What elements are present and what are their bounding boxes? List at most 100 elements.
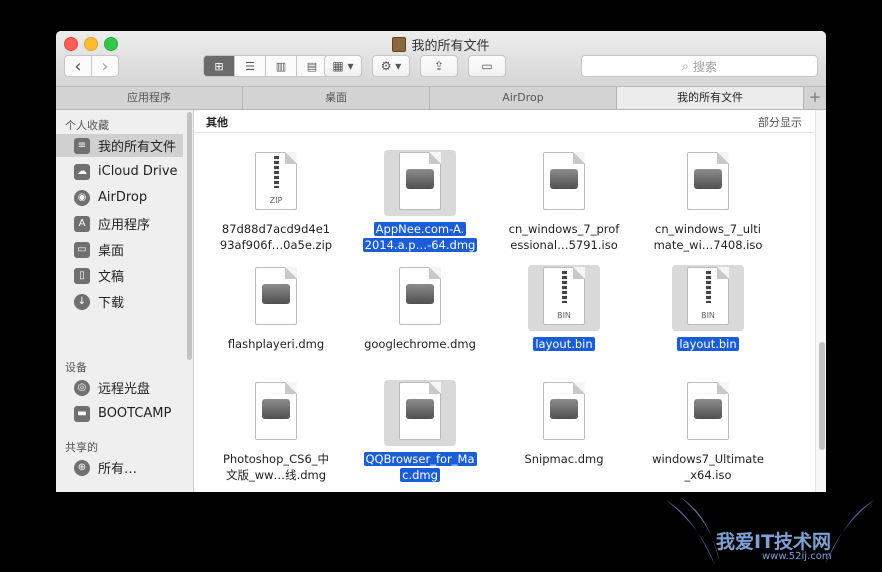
sidebar-item-downloads[interactable]: ↓ 下载 — [56, 290, 183, 313]
scroll-thumb[interactable] — [819, 342, 825, 450]
file-name: windows7_Ultimate _x64.iso — [638, 451, 778, 483]
file-item[interactable]: cn_windows_7_prof essional…5791.iso — [494, 150, 634, 253]
view-mode-control: ⊞ ☰ ▥ ▤ — [203, 55, 328, 77]
arrange-button[interactable]: ▦ ▾ — [324, 55, 362, 77]
file-name-line: layout.bin — [677, 337, 739, 351]
share-button[interactable]: ⇪ — [420, 55, 458, 77]
nav-buttons: ‹ › — [64, 55, 119, 77]
sidebar-item-documents[interactable]: ▯ 文稿 — [56, 264, 183, 287]
disk-image-icon — [240, 380, 312, 446]
file-name-line: 93af906f…0a5e.zip — [219, 238, 333, 252]
file-item[interactable]: BIN layout.bin — [494, 265, 634, 352]
sidebar-item-label: 远程光盘 — [98, 382, 151, 397]
file-name-line: essional…5791.iso — [510, 238, 618, 252]
vertical-scrollbar[interactable] — [815, 110, 826, 492]
file-name: cn_windows_7_prof essional…5791.iso — [494, 221, 634, 253]
icon-view-button[interactable]: ⊞ — [204, 56, 235, 76]
airdrop-icon: ◉ — [74, 189, 90, 206]
sidebar-item-all-shared[interactable]: ⊕ 所有… — [56, 456, 183, 479]
file-item[interactable]: Photoshop_CS6_中 文版_ww…线.dmg — [206, 380, 346, 483]
file-name-line: Photoshop_CS6_中 — [222, 452, 330, 466]
finder-window: 我的所有文件 ‹ › ⊞ ☰ ▥ ▤ ▦ ▾ ⚙ ▾ ⇪ ▭ ⌕ 搜索 应用程序… — [56, 31, 826, 492]
search-input[interactable]: ⌕ 搜索 — [581, 55, 818, 77]
file-name: Snipmac.dmg — [494, 451, 634, 467]
file-extension-label: BIN — [701, 311, 715, 320]
file-item[interactable]: Snipmac.dmg — [494, 380, 634, 467]
documents-icon: ▯ — [74, 267, 90, 284]
sidebar-scrollbar[interactable] — [187, 112, 192, 360]
sidebar-item-bootcamp[interactable]: ▬ BOOTCAMP — [56, 402, 183, 425]
group-title: 其他 — [206, 116, 228, 129]
file-item[interactable]: ZIP 87d88d7acd9d4e1 93af906f…0a5e.zip — [206, 150, 346, 253]
file-name: Photoshop_CS6_中 文版_ww…线.dmg — [206, 451, 346, 483]
new-tab-button[interactable]: + — [804, 87, 826, 109]
file-name: QQBrowser_for_Ma c.dmg — [350, 451, 490, 483]
file-name-line: layout.bin — [533, 337, 595, 351]
file-item[interactable]: cn_windows_7_ulti mate_wi…7408.iso — [638, 150, 778, 253]
sidebar-item-label: 我的所有文件 — [98, 140, 177, 155]
watermark-subtext: www.52ij.com — [762, 551, 832, 562]
sidebar-item-label: 所有… — [98, 462, 138, 477]
file-name-line: QQBrowser_for_Ma — [363, 452, 477, 466]
file-name-line: googlechrome.dmg — [364, 337, 476, 351]
file-extension-label: ZIP — [269, 196, 283, 205]
file-name-line: Snipmac.dmg — [524, 452, 604, 466]
sidebar-item-desktop[interactable]: ▭ 桌面 — [56, 238, 183, 261]
back-button[interactable]: ‹ — [65, 56, 92, 76]
forward-button[interactable]: › — [92, 56, 118, 76]
file-item[interactable]: googlechrome.dmg — [350, 265, 490, 352]
sidebar-header-favorites: 个人收藏 — [65, 119, 109, 132]
file-name-line: mate_wi…7408.iso — [653, 238, 763, 252]
desktop-icon: ▭ — [74, 241, 90, 258]
sidebar-item-label: 桌面 — [98, 244, 125, 259]
file-name-line: 文版_ww…线.dmg — [225, 468, 327, 482]
network-icon: ⊕ — [74, 459, 90, 476]
file-browser: 其他 部分显示 ZIP 87d88d7acd9d4e1 93af906f…0a5e.… — [194, 110, 826, 492]
sidebar-item-label: 文稿 — [98, 270, 125, 285]
sidebar-item-airdrop[interactable]: ◉ AirDrop — [56, 186, 183, 209]
cloud-icon: ☁ — [74, 163, 90, 180]
disk-image-icon — [672, 380, 744, 446]
watermark-text: 我爱IT技术网 — [716, 531, 832, 553]
disc-icon: ◎ — [74, 379, 90, 396]
file-name: layout.bin — [638, 336, 778, 352]
coverflow-view-button[interactable]: ▤ — [297, 56, 327, 76]
tab-all-my-files[interactable]: 我的所有文件 — [617, 87, 804, 109]
archive-file-icon: BIN — [672, 265, 744, 331]
file-name-line: 87d88d7acd9d4e1 — [221, 222, 331, 236]
show-less-link[interactable]: 部分显示 — [758, 114, 802, 130]
sidebar-item-label: 下载 — [98, 296, 125, 311]
action-button[interactable]: ⚙ ▾ — [372, 55, 410, 77]
disk-image-icon — [528, 150, 600, 216]
tag-button[interactable]: ▭ — [468, 55, 506, 77]
disk-image-icon — [384, 265, 456, 331]
tab-applications[interactable]: 应用程序 — [56, 87, 243, 109]
window-title-text: 我的所有文件 — [411, 39, 490, 54]
sidebar-header-shared: 共享的 — [65, 441, 98, 454]
file-item[interactable]: BIN layout.bin — [638, 265, 778, 352]
sidebar-item-applications[interactable]: A 应用程序 — [56, 212, 183, 235]
disk-image-icon — [672, 150, 744, 216]
file-name-line: cn_windows_7_ulti — [655, 222, 761, 236]
file-item[interactable]: flashplayeri.dmg — [206, 265, 346, 352]
folder-icon — [392, 37, 407, 52]
file-name-line: windows7_Ultimate — [652, 452, 764, 466]
window-title: 我的所有文件 — [56, 35, 826, 54]
file-item[interactable]: QQBrowser_for_Ma c.dmg — [350, 380, 490, 483]
sidebar-item-label: 应用程序 — [98, 218, 151, 233]
file-item[interactable]: AppNee.com-A. 2014.a.p…-64.dmg — [350, 150, 490, 253]
tab-bar: 应用程序 桌面 AirDrop 我的所有文件 + — [56, 87, 826, 110]
file-item[interactable]: windows7_Ultimate _x64.iso — [638, 380, 778, 483]
list-view-button[interactable]: ☰ — [235, 56, 266, 76]
file-extension-label: BIN — [557, 311, 571, 320]
tab-airdrop[interactable]: AirDrop — [430, 87, 617, 109]
tab-desktop[interactable]: 桌面 — [243, 87, 430, 109]
disk-image-icon — [528, 380, 600, 446]
sidebar-item-icloud[interactable]: ☁ iCloud Drive — [56, 160, 183, 183]
title-bar: 我的所有文件 ‹ › ⊞ ☰ ▥ ▤ ▦ ▾ ⚙ ▾ ⇪ ▭ ⌕ 搜索 — [56, 31, 826, 87]
sidebar-item-all-files[interactable]: ≡ 我的所有文件 — [56, 134, 183, 157]
all-files-icon: ≡ — [74, 137, 90, 154]
sidebar-item-remote-disc[interactable]: ◎ 远程光盘 — [56, 376, 183, 399]
column-view-button[interactable]: ▥ — [266, 56, 297, 76]
file-name: 87d88d7acd9d4e1 93af906f…0a5e.zip — [206, 221, 346, 253]
